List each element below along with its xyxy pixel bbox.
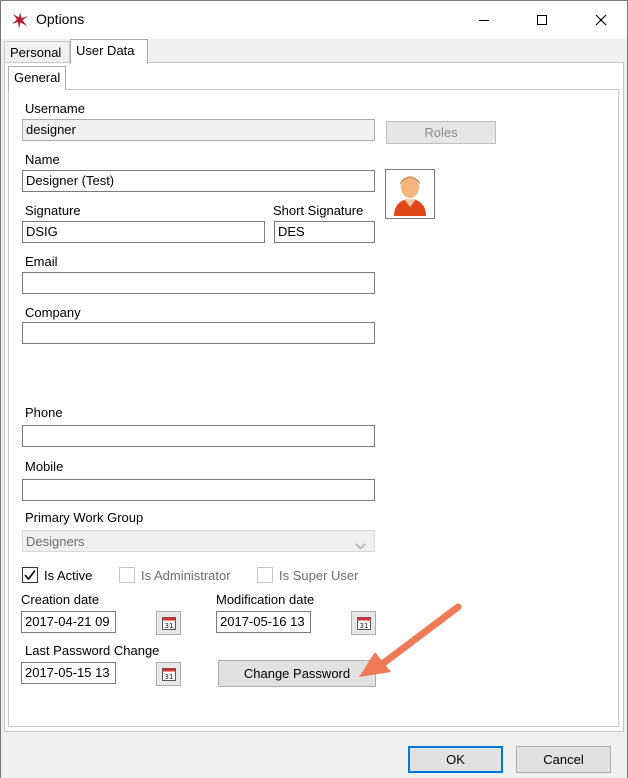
calendar-icon: 31	[161, 668, 176, 681]
checkmark-icon	[24, 570, 36, 581]
company-label: Company	[25, 305, 81, 320]
cancel-button[interactable]: Cancel	[516, 746, 611, 773]
phone-label: Phone	[25, 405, 63, 420]
tab-general[interactable]: General	[8, 66, 67, 90]
creation-date-calendar-button[interactable]: 31	[156, 611, 181, 635]
tab-personal[interactable]: Personal	[4, 41, 70, 63]
signature-field[interactable]: DSIG	[22, 221, 265, 243]
creation-date-label: Creation date	[21, 592, 100, 607]
annotation-arrow	[359, 603, 462, 677]
primary-work-group-select[interactable]: Designers	[22, 530, 375, 552]
chevron-down-icon	[355, 538, 366, 553]
minimize-icon[interactable]	[461, 1, 507, 39]
tab-strip: Personal User Data	[1, 39, 627, 64]
primary-work-group-label: Primary Work Group	[25, 510, 144, 525]
is-active-checkbox[interactable]	[22, 567, 38, 583]
is-super-user-label: Is Super User	[279, 568, 359, 583]
last-password-change-calendar-button[interactable]: 31	[156, 662, 181, 686]
tab-user-data[interactable]: User Data	[70, 39, 148, 64]
person-icon	[394, 176, 426, 216]
roles-button[interactable]: Roles	[386, 121, 496, 144]
last-password-change-label: Last Password Change	[25, 643, 160, 658]
short-signature-field[interactable]: DES	[274, 221, 375, 243]
username-field[interactable]: designer	[22, 119, 375, 141]
creation-date-field[interactable]: 2017-04-21 09	[21, 611, 116, 633]
phone-field[interactable]	[22, 425, 375, 447]
is-administrator-label: Is Administrator	[141, 568, 231, 583]
close-icon[interactable]	[578, 1, 624, 39]
last-password-change-field[interactable]: 2017-05-15 13	[21, 662, 116, 684]
signature-label: Signature	[25, 203, 81, 218]
app-star-icon	[11, 11, 29, 29]
svg-text:31: 31	[164, 622, 173, 630]
primary-work-group-value: Designers	[26, 534, 85, 549]
calendar-icon: 31	[161, 617, 176, 630]
modification-date-label: Modification date	[216, 592, 315, 607]
username-label: Username	[25, 101, 85, 116]
dialog-footer: OK Cancel	[1, 734, 627, 778]
ok-button[interactable]: OK	[408, 746, 503, 773]
mobile-field[interactable]	[22, 479, 375, 501]
name-label: Name	[25, 152, 60, 167]
user-avatar[interactable]	[385, 169, 435, 219]
is-administrator-checkbox[interactable]	[119, 567, 135, 583]
modification-date-field[interactable]: 2017-05-16 13	[216, 611, 311, 633]
email-label: Email	[25, 254, 58, 269]
window-title: Options	[36, 11, 85, 27]
is-active-label: Is Active	[44, 568, 93, 583]
company-field[interactable]	[22, 322, 375, 344]
email-field[interactable]	[22, 272, 375, 294]
is-super-user-checkbox[interactable]	[257, 567, 273, 583]
maximize-icon[interactable]	[519, 1, 565, 39]
svg-text:31: 31	[164, 673, 173, 681]
short-signature-label: Short Signature	[273, 203, 364, 218]
mobile-label: Mobile	[25, 459, 64, 474]
title-bar[interactable]: Options	[1, 1, 627, 39]
name-field[interactable]: Designer (Test)	[22, 170, 375, 192]
options-window: Options Personal User Data General Usern…	[0, 0, 628, 778]
